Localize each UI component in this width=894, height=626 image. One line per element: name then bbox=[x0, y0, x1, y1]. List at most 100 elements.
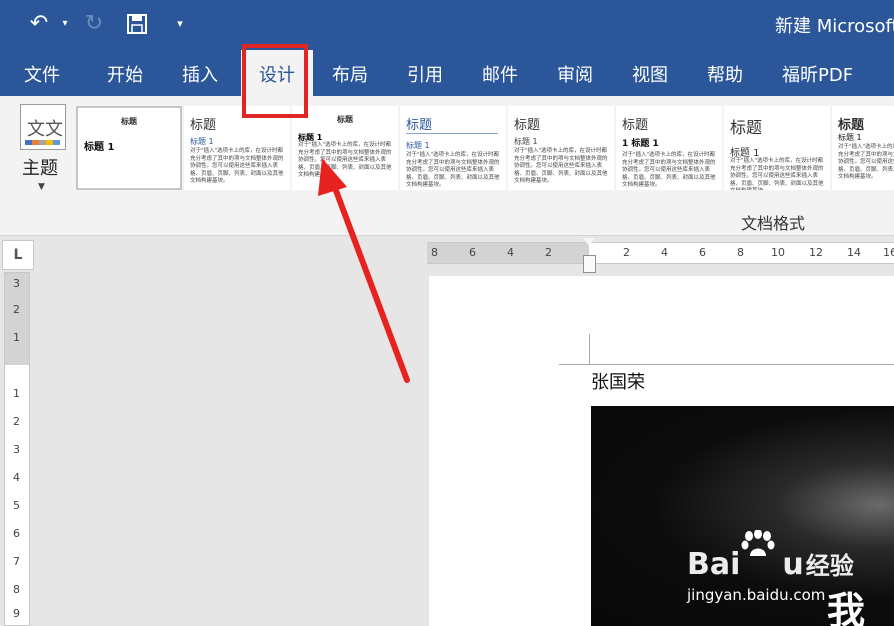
ruler-label: 4 bbox=[507, 246, 514, 259]
theme-swatch bbox=[39, 140, 46, 145]
document-title: 新建 Microsoft bbox=[775, 16, 894, 37]
style-set-card[interactable]: 标题 标题 1 对于"插入"选项卡上的库，在设计时都充分考虑了其中的项与文档整体… bbox=[184, 106, 290, 190]
style-set-card[interactable]: 标题 1 标题 1 对于"插入"选项卡上的库，在设计时都充分考虑了其中的项与文档… bbox=[616, 106, 722, 190]
watermark-cn: 经验 bbox=[805, 552, 854, 580]
ruler-label: 10 bbox=[771, 246, 785, 259]
style-card-title: 标题 bbox=[730, 118, 763, 137]
style-card-heading: 标题 1 bbox=[838, 133, 862, 142]
ruler-label: 6 bbox=[13, 527, 20, 540]
style-set-card[interactable]: 标题 标题 1 对于"插入"选项卡上的库，在设计时都充分考虑了其中的项与文档整体… bbox=[400, 106, 506, 190]
document-text-line[interactable]: 张国荣 bbox=[591, 368, 645, 394]
ruler-label: 2 bbox=[545, 246, 552, 259]
save-icon[interactable] bbox=[124, 10, 150, 38]
style-card-body: 对于"插入"选项卡上的库，在设计时都充分考虑了其中的项与文档整体外观的协调性。您… bbox=[622, 152, 716, 188]
style-set-card[interactable]: 标题 标题 1 对于"插入"选项卡上的库，在设计时都充分考虑了其中的项与文档整体… bbox=[292, 106, 398, 190]
watermark-logo: Bai u经验 bbox=[687, 546, 854, 582]
vertical-ruler[interactable]: 3 2 1 1 2 3 4 5 6 7 8 9 bbox=[4, 272, 30, 626]
ruler-label: 4 bbox=[13, 471, 20, 484]
ruler-label: 1 bbox=[13, 387, 20, 400]
ruler-label: 1 bbox=[13, 331, 20, 344]
undo-dropdown-icon[interactable]: ▾ bbox=[58, 10, 72, 38]
chevron-down-icon[interactable]: ▼ bbox=[38, 182, 45, 192]
style-card-body: 对于"插入"选项卡上的库，在设计时都充分考虑了其中的项与文档整体外观的协调性。您… bbox=[514, 148, 608, 184]
ruler-label: 12 bbox=[809, 246, 823, 259]
tab-layout[interactable]: 布局 bbox=[332, 61, 368, 87]
ruler-label: 3 bbox=[13, 443, 20, 456]
ruler-label: 2 bbox=[13, 303, 20, 316]
tab-help[interactable]: 帮助 bbox=[707, 61, 743, 87]
tab-foxit-pdf[interactable]: 福昕PDF bbox=[782, 61, 853, 87]
ruler-label: 8 bbox=[431, 246, 438, 259]
style-card-body: 对于"插入"选项卡上的库，在设计时都充分考虑了其中的项与文档整体外观的协调性。您… bbox=[406, 152, 500, 188]
tab-file[interactable]: 文件 bbox=[24, 61, 60, 87]
style-card-heading: 标题 1 bbox=[406, 141, 430, 150]
style-card-heading: 标题 1 bbox=[514, 137, 538, 146]
tab-review[interactable]: 审阅 bbox=[557, 61, 593, 87]
ruler-label: 6 bbox=[469, 246, 476, 259]
theme-icon: 文文 bbox=[20, 104, 66, 150]
themes-button[interactable]: 文文 主题 ▼ bbox=[16, 104, 68, 194]
image-overlay-text: 我 bbox=[827, 589, 866, 626]
style-set-card[interactable]: 标题 标题 1 bbox=[76, 106, 182, 190]
theme-swatch bbox=[25, 140, 32, 145]
word-window: ↶ ▾ ↻ ▾ 新建 Microsoft 文件 开始 插入 设计 布局 引用 邮… bbox=[0, 0, 894, 626]
style-card-title: 标题 bbox=[190, 118, 217, 133]
ruler-label: 5 bbox=[13, 499, 20, 512]
style-set-card[interactable]: 标题 标题 1 对于"插入"选项卡上的库，在设计时都充分考虑了其中的项与文档整体… bbox=[724, 106, 830, 190]
first-line-indent-marker[interactable] bbox=[583, 238, 595, 246]
theme-swatch bbox=[46, 140, 53, 145]
annotation-highlight-box bbox=[242, 44, 308, 118]
ruler-label: 8 bbox=[737, 246, 744, 259]
style-card-rule bbox=[406, 133, 498, 134]
redo-icon[interactable]: ↻ bbox=[82, 10, 106, 38]
tab-mailings[interactable]: 邮件 bbox=[482, 61, 518, 87]
ruler-label: 14 bbox=[847, 246, 861, 259]
horizontal-ruler[interactable]: 8 6 4 2 2 4 6 8 10 12 14 16 bbox=[427, 242, 894, 264]
style-card-title: 标题 bbox=[121, 117, 137, 126]
theme-swatch bbox=[32, 140, 39, 145]
watermark-brand-tail: u bbox=[782, 547, 804, 582]
style-card-body: 对于"插入"选项卡上的库，在设计时都充分考虑了其中的项与文档整体外观的协调性。您… bbox=[730, 158, 824, 190]
margin-crop-mark bbox=[559, 364, 894, 365]
tab-view[interactable]: 视图 bbox=[632, 61, 668, 87]
style-card-body: 对于"插入"选项卡上的库，在设计时都充分考虑了其中的项与文档整体外观的协调性。您… bbox=[298, 142, 392, 178]
ruler-label: 4 bbox=[661, 246, 668, 259]
ruler-label: 9 bbox=[13, 607, 20, 620]
style-card-body: 对于"插入"选项卡上的库，在设计时都充分考虑了其中的项与文档整体外观的协调性。您… bbox=[190, 148, 284, 184]
watermark-url: jingyan.baidu.com bbox=[687, 586, 826, 604]
ruler-label: 8 bbox=[13, 583, 20, 596]
customize-qat-icon[interactable]: ▾ bbox=[172, 10, 188, 38]
ruler-label: 2 bbox=[13, 415, 20, 428]
style-card-title: 标题 bbox=[838, 118, 865, 133]
style-card-title: 标题 bbox=[406, 118, 433, 133]
style-card-body: 对于"插入"选项卡上的库，在设计时都充分考虑了其中的项与文档整体外观的协调性。您… bbox=[838, 144, 894, 180]
tab-home[interactable]: 开始 bbox=[107, 61, 143, 87]
style-card-heading: 标题 1 bbox=[730, 148, 760, 159]
hanging-indent-marker[interactable] bbox=[583, 255, 596, 273]
theme-swatch bbox=[53, 140, 60, 145]
style-card-title: 标题 bbox=[622, 118, 649, 133]
tab-insert[interactable]: 插入 bbox=[182, 61, 218, 87]
tab-selector-icon[interactable]: L bbox=[2, 240, 34, 270]
style-card-heading: 1 标题 1 bbox=[622, 139, 659, 149]
style-card-title: 标题 bbox=[514, 118, 541, 133]
ribbon-tab-bar: 文件 开始 插入 设计 布局 引用 邮件 审阅 视图 帮助 福昕PDF bbox=[0, 50, 894, 96]
document-page[interactable]: 张国荣 Bai u经验 jingyan.baidu.com 我 bbox=[429, 276, 894, 626]
ruler-label: 6 bbox=[699, 246, 706, 259]
style-set-card[interactable]: 标题 标题 1 对于"插入"选项卡上的库，在设计时都充分考虑了其中的项与文档整体… bbox=[832, 106, 894, 190]
ruler-label: 16 bbox=[883, 246, 894, 259]
watermark-brand: Bai bbox=[687, 547, 741, 582]
group-label-document-formatting: 文档格式 bbox=[741, 214, 806, 233]
ruler-label: 7 bbox=[13, 555, 20, 568]
style-set-gallery: 标题 标题 1 标题 标题 1 对于"插入"选项卡上的库，在设计时都充分考虑了其… bbox=[76, 106, 894, 190]
undo-icon[interactable]: ↶ bbox=[26, 10, 52, 38]
margin-crop-mark bbox=[589, 334, 590, 364]
ribbon-design-panel: 文文 主题 ▼ 标题 标题 1 标题 标题 1 对于"插入"选项卡上的库，在设计… bbox=[0, 96, 894, 236]
title-bar: ↶ ▾ ↻ ▾ 新建 Microsoft bbox=[0, 0, 894, 50]
tab-references[interactable]: 引用 bbox=[407, 61, 443, 87]
style-set-card[interactable]: 标题 标题 1 对于"插入"选项卡上的库，在设计时都充分考虑了其中的项与文档整体… bbox=[508, 106, 614, 190]
ruler-label: 2 bbox=[623, 246, 630, 259]
document-image[interactable]: Bai u经验 jingyan.baidu.com 我 bbox=[591, 406, 894, 626]
themes-label: 主题 bbox=[22, 158, 58, 179]
ruler-label: 3 bbox=[13, 277, 20, 290]
